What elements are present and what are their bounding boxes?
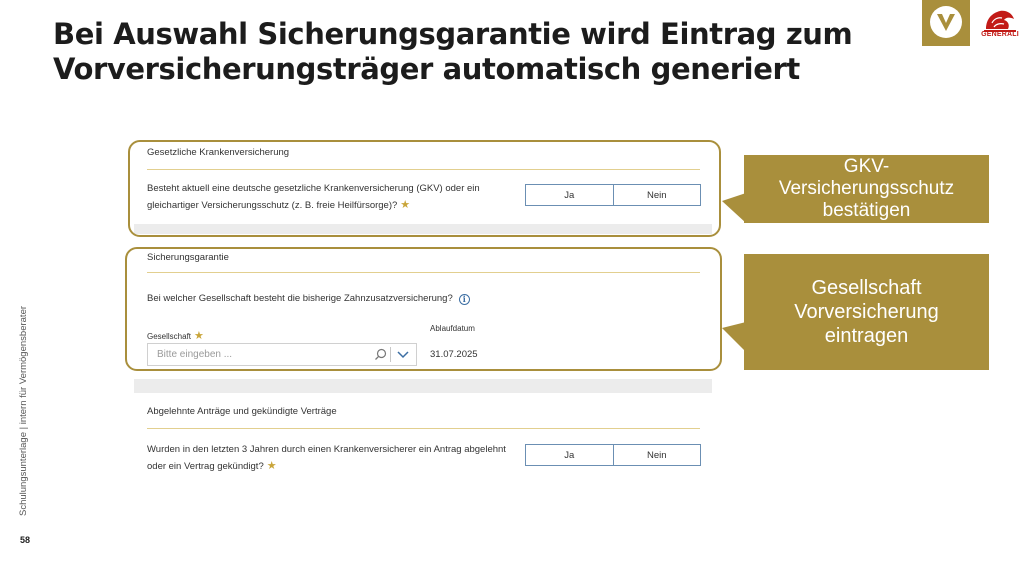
gkv-callout-line1: GKV- (843, 156, 890, 177)
sicherung-highlight-frame (125, 247, 722, 371)
abgelehnt-divider (147, 428, 700, 429)
gkv-callout: GKV- Versicherungsschutz bestätigen (744, 155, 989, 223)
slide-title: Bei Auswahl Sicherungsgarantie wird Eint… (53, 17, 893, 87)
gkv-highlight-frame (128, 140, 721, 237)
side-caption: Schulungsunterlage | intern für Vermögen… (18, 305, 29, 516)
page-number: 58 (20, 535, 31, 545)
slide-title-line2: Vorversicherungsträger automatisch gener… (53, 52, 800, 86)
required-star-icon: ★ (266, 460, 277, 472)
abgelehnt-option-yes[interactable]: Ja (526, 445, 613, 465)
company-callout-line3: eintragen (824, 325, 909, 347)
company-callout-pointer (722, 322, 746, 352)
gkv-callout-pointer (722, 193, 746, 223)
abgelehnt-option-no[interactable]: Nein (612, 445, 701, 465)
abgelehnt-toggle[interactable]: Ja Nein (525, 444, 701, 466)
abgelehnt-question-line2: oder ein Vertrag gekündigt? (147, 461, 264, 472)
generali-wordmark: GENERALI (981, 31, 1019, 38)
slide-title-line1: Bei Auswahl Sicherungsgarantie wird Eint… (53, 17, 853, 51)
company-callout-line1: Gesellschaft (811, 277, 922, 299)
dvag-logo-icon (922, 0, 970, 46)
company-callout-line2: Vorversicherung (794, 301, 939, 323)
gkv-callout-line3: bestätigen (822, 200, 911, 221)
company-callout: Gesellschaft Vorversicherung eintragen (744, 254, 989, 370)
gkv-callout-line2: Versicherungsschutz (778, 178, 955, 199)
sicherung-panel-footer-strip (134, 379, 712, 393)
abgelehnt-question: Wurden in den letzten 3 Jahren durch ein… (147, 442, 522, 475)
abgelehnt-section-title: Abgelehnte Anträge und gekündigte Verträ… (147, 406, 337, 417)
abgelehnt-question-line1: Wurden in den letzten 3 Jahren durch ein… (147, 444, 506, 455)
